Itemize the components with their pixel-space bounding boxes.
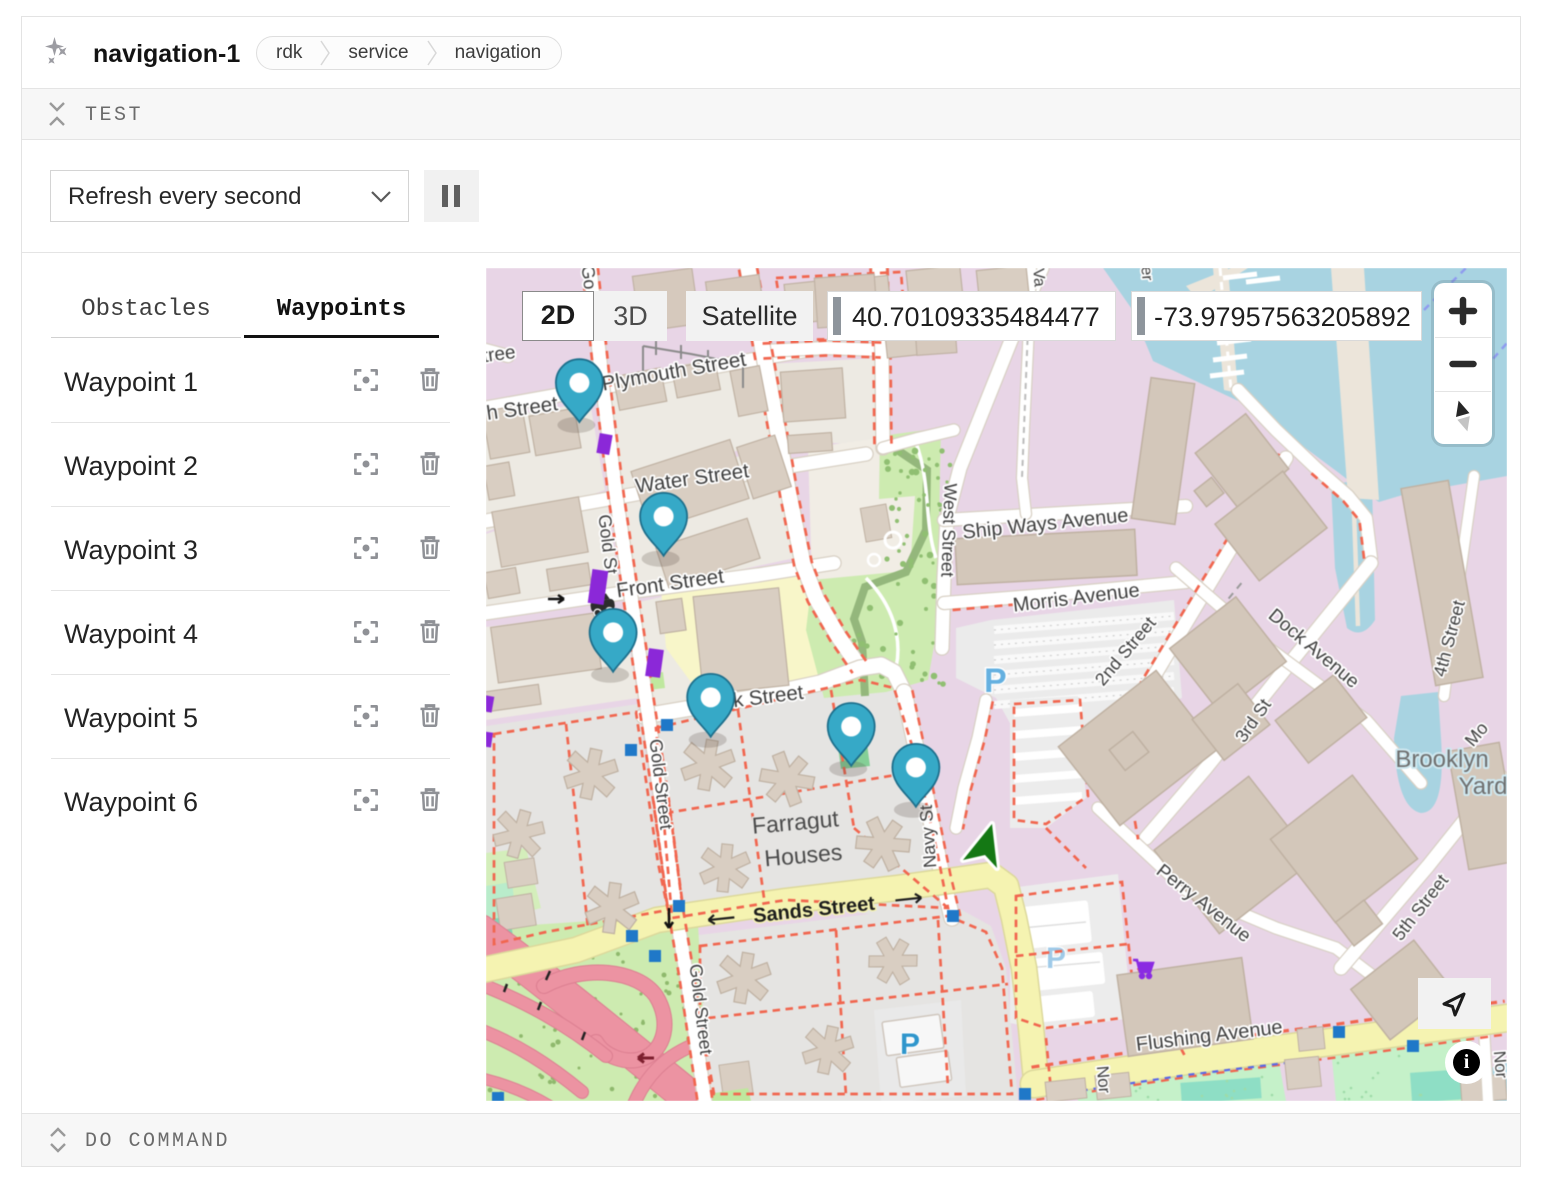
svg-text:Va: Va	[1029, 268, 1048, 288]
svg-text:er: er	[1137, 268, 1155, 282]
svg-text:West Street: West Street	[937, 483, 960, 577]
svg-text:Nor: Nor	[1093, 1065, 1114, 1094]
svg-text:P: P	[1046, 942, 1066, 975]
svg-text:Nor: Nor	[1490, 1050, 1507, 1079]
svg-text:Go: Go	[578, 268, 601, 290]
svg-text:Brooklyn: Brooklyn	[1395, 746, 1488, 773]
svg-text:Yard: Yard	[1459, 773, 1507, 800]
svg-text:P: P	[900, 1028, 920, 1061]
